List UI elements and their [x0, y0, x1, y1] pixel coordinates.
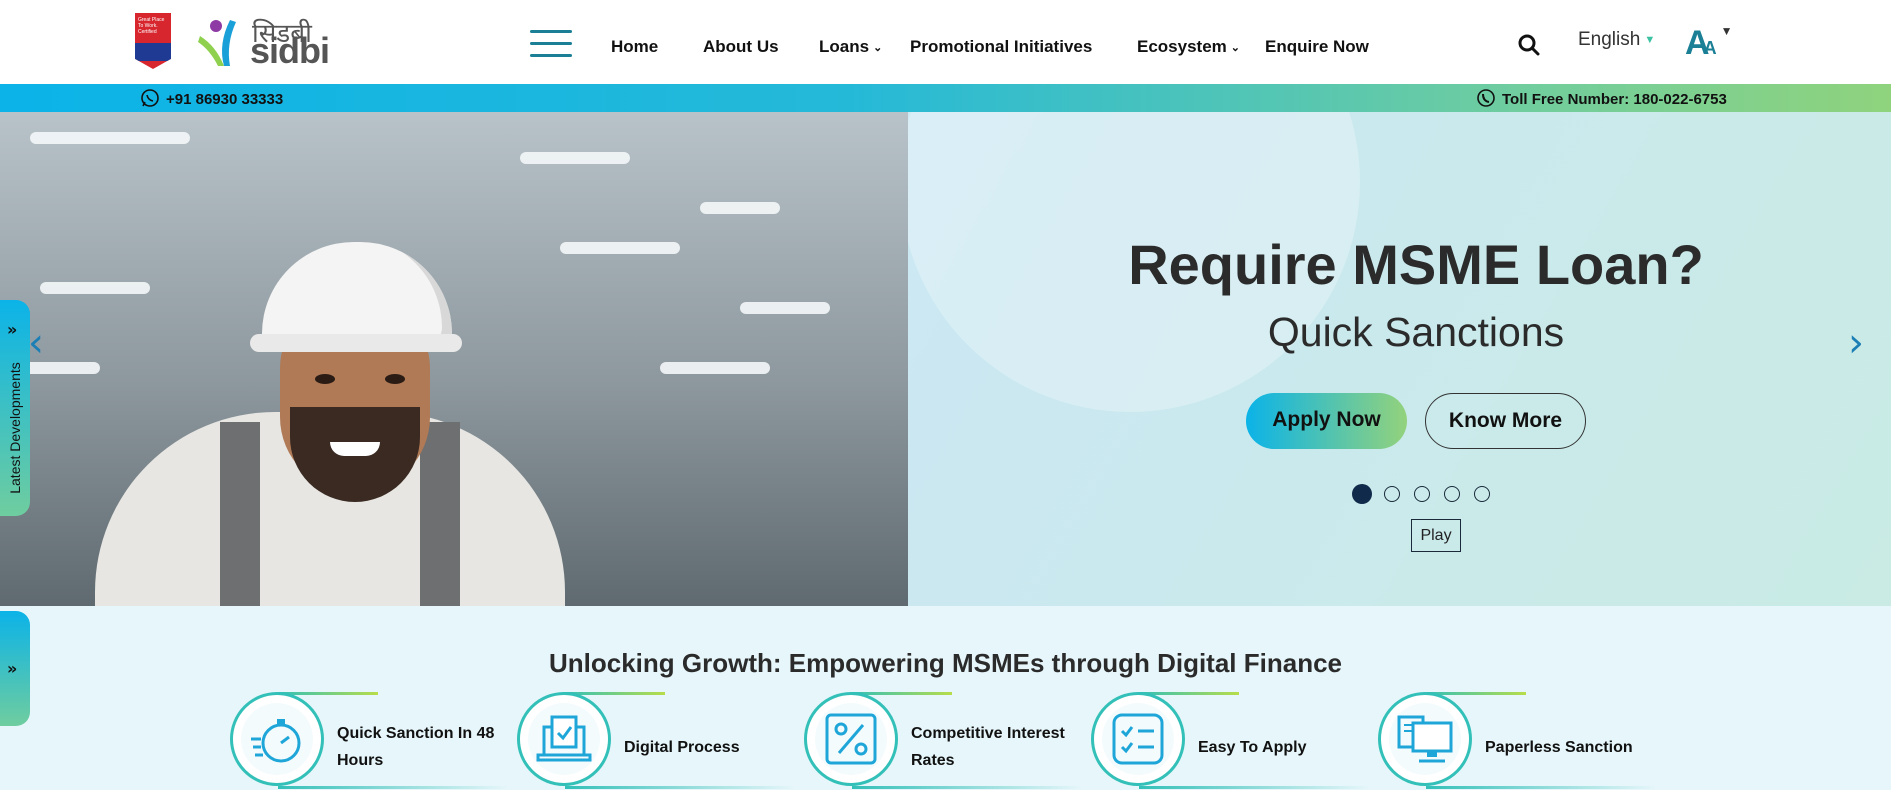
nav-home[interactable]: Home [611, 37, 658, 57]
feature-label: Competitive Interest Rates [911, 725, 1065, 769]
gptw-badge-text: Great Place To Work. Certified [138, 17, 165, 35]
features-section: Unlocking Growth: Empowering MSMEs throu… [0, 606, 1891, 790]
caret-down-icon: ▼ [1644, 33, 1656, 46]
chevron-down-icon: ⌄ [873, 42, 883, 55]
latest-developments-label: Latest Developments [7, 362, 23, 494]
hero-carousel: Require MSME Loan? Quick Sanctions Apply… [0, 112, 1891, 606]
carousel-dot-5[interactable] [1474, 486, 1490, 502]
double-chevron-right-icon: » [7, 659, 18, 678]
hero-headline: Require MSME Loan? [1128, 233, 1704, 296]
feature-card: Paperless Sanction [1378, 692, 1658, 790]
checklist-icon [1112, 713, 1164, 765]
carousel-dot-4[interactable] [1444, 486, 1460, 502]
know-more-button[interactable]: Know More [1425, 393, 1586, 449]
font-size-small-glyph: A [1703, 38, 1717, 58]
chevron-right-icon[interactable]: › [1848, 320, 1864, 366]
whatsapp-contact[interactable]: +91 86930 33333 [140, 88, 283, 108]
latest-developments-tab[interactable]: » Latest Developments [0, 300, 30, 516]
phone-icon [1477, 89, 1495, 107]
font-size-control[interactable]: AA▼ [1685, 24, 1732, 63]
carousel-dot-1[interactable] [1352, 484, 1372, 504]
site-header: Great Place To Work. Certified सिडबी sid… [0, 0, 1891, 84]
laptop-document-icon [536, 715, 592, 762]
hamburger-menu-icon[interactable] [530, 30, 572, 58]
apply-now-button[interactable]: Apply Now [1246, 393, 1407, 449]
feature-card: Competitive Interest Rates [804, 692, 1084, 790]
caret-down-icon: ▼ [1720, 24, 1733, 38]
sidbi-logo-mark-icon[interactable] [196, 16, 246, 68]
features-title: Unlocking Growth: Empowering MSMEs throu… [548, 648, 1342, 678]
nav-enquire-now[interactable]: Enquire Now [1265, 37, 1369, 57]
feature-label: Quick Sanction In 48 Hours [337, 725, 495, 769]
nav-promotional-initiatives[interactable]: Promotional Initiatives [910, 37, 1092, 57]
toll-free-contact[interactable]: Toll Free Number: 180-022-6753 [1476, 88, 1727, 108]
carousel-play-button[interactable]: Play [1411, 519, 1461, 552]
nav-ecosystem[interactable]: Ecosystem ⌄ [1137, 37, 1240, 57]
hero-worker-image [0, 112, 908, 606]
carousel-dot-3[interactable] [1414, 486, 1430, 502]
feature-card: Easy To Apply [1091, 692, 1371, 790]
hero-text: Require MSME Loan? Quick Sanctions [1000, 232, 1832, 356]
feature-label: Digital Process [624, 739, 740, 756]
hero-subheadline: Quick Sanctions [1267, 309, 1565, 355]
double-chevron-right-icon: » [7, 320, 18, 339]
feature-label: Easy To Apply [1198, 739, 1307, 756]
nav-about-us[interactable]: About Us [703, 37, 779, 57]
search-icon[interactable] [1518, 34, 1540, 56]
logo-english-text: sidbi [250, 30, 330, 71]
stopwatch-icon [251, 719, 301, 763]
percent-icon [825, 713, 877, 765]
secondary-side-tab[interactable]: » [0, 611, 30, 726]
carousel-dot-2[interactable] [1384, 486, 1400, 502]
whatsapp-icon [141, 89, 159, 107]
language-selector[interactable]: English ▼ [1578, 29, 1655, 51]
chevron-down-icon: ⌄ [1230, 42, 1240, 55]
contact-bar: +91 86930 33333 Toll Free Number: 180-02… [0, 84, 1891, 112]
feature-card: Digital Process [517, 692, 797, 790]
great-place-to-work-badge: Great Place To Work. Certified [135, 13, 171, 69]
nav-loans[interactable]: Loans ⌄ [819, 37, 882, 57]
chevron-left-icon[interactable]: ‹ [28, 320, 44, 366]
computer-icon [1397, 715, 1453, 763]
feature-card: Quick Sanction In 48 Hours [230, 692, 510, 790]
feature-label: Paperless Sanction [1485, 739, 1633, 756]
